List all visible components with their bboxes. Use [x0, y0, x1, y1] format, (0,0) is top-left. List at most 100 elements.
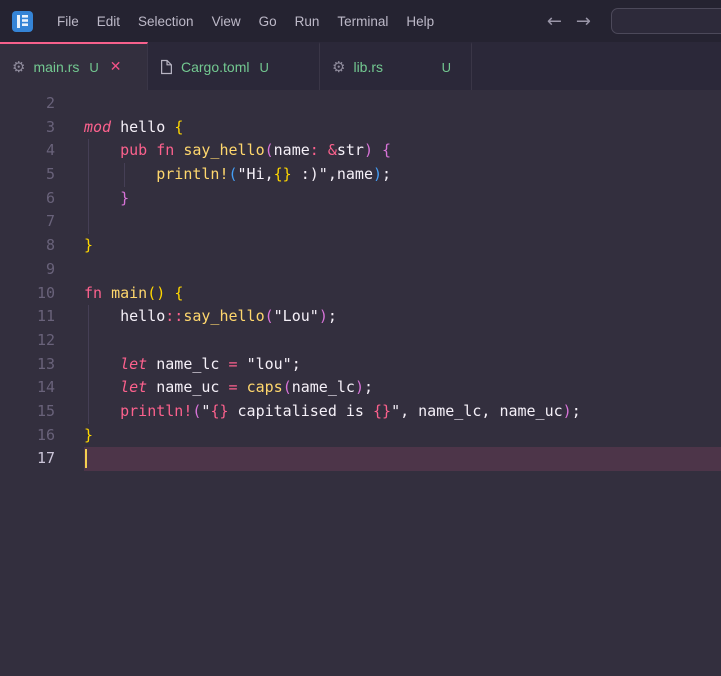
command-center-input[interactable]	[611, 8, 721, 34]
menu-item-terminal[interactable]: Terminal	[328, 9, 397, 34]
line-content[interactable]: let name_uc = caps(name_lc);	[84, 376, 721, 400]
code-line-14[interactable]: 14 let name_uc = caps(name_lc);	[0, 376, 721, 400]
line-content[interactable]	[84, 447, 721, 471]
code-token: )	[563, 402, 572, 420]
title-bar: FileEditSelectionViewGoRunTerminalHelp ←…	[0, 0, 721, 42]
code-token: (	[283, 378, 292, 396]
code-token: ,	[400, 402, 418, 420]
code-token	[147, 141, 156, 159]
line-number[interactable]: 12	[0, 329, 84, 353]
code-token: ;	[382, 165, 391, 183]
line-content[interactable]: let name_lc = "lou";	[84, 353, 721, 377]
code-line-13[interactable]: 13 let name_lc = "lou";	[0, 353, 721, 377]
close-icon[interactable]: ✕	[110, 59, 122, 75]
code-token: {	[174, 118, 183, 136]
line-number[interactable]: 9	[0, 258, 84, 282]
code-token: name_uc	[499, 402, 562, 420]
menu-item-selection[interactable]: Selection	[129, 9, 203, 34]
code-token: {}	[274, 165, 292, 183]
menu-item-run[interactable]: Run	[286, 9, 329, 34]
code-token	[102, 284, 111, 302]
line-content[interactable]: }	[84, 187, 721, 211]
line-content[interactable]: fn main() {	[84, 282, 721, 306]
line-number[interactable]: 2	[0, 92, 84, 116]
line-number[interactable]: 3	[0, 116, 84, 140]
menu-item-help[interactable]: Help	[397, 9, 443, 34]
code-token: "Hi,	[238, 165, 274, 183]
code-line-12[interactable]: 12	[0, 329, 721, 353]
file-icon	[160, 59, 173, 75]
code-line-9[interactable]: 9	[0, 258, 721, 282]
line-number[interactable]: 6	[0, 187, 84, 211]
line-content[interactable]	[84, 92, 721, 116]
line-content[interactable]: }	[84, 424, 721, 448]
tab-cargo-toml[interactable]: Cargo.tomlU	[148, 42, 320, 90]
line-number[interactable]: 16	[0, 424, 84, 448]
line-number[interactable]: 5	[0, 163, 84, 187]
code-token	[147, 378, 156, 396]
menu-item-view[interactable]: View	[203, 9, 250, 34]
indent-guide	[88, 329, 89, 353]
code-token: ::	[165, 307, 183, 325]
line-content[interactable]: println!("{} capitalised is {}", name_lc…	[84, 400, 721, 424]
tab-main-rs[interactable]: ⚙main.rsU✕	[0, 42, 148, 90]
line-number[interactable]: 4	[0, 139, 84, 163]
code-line-5[interactable]: 5 println!("Hi,{} :)",name);	[0, 163, 721, 187]
code-token	[319, 141, 328, 159]
code-token: )	[355, 378, 364, 396]
line-number[interactable]: 17	[0, 447, 84, 471]
line-number[interactable]: 15	[0, 400, 84, 424]
code-token	[219, 355, 228, 373]
line-content[interactable]	[84, 258, 721, 282]
code-line-17[interactable]: 17	[0, 447, 721, 471]
line-number[interactable]: 13	[0, 353, 84, 377]
code-token: ;	[328, 307, 337, 325]
back-arrow-icon[interactable]: ←	[547, 11, 562, 32]
code-token: )	[319, 307, 328, 325]
indent-guide	[124, 163, 125, 187]
code-token	[165, 118, 174, 136]
line-content[interactable]	[84, 210, 721, 234]
code-line-8[interactable]: 8}	[0, 234, 721, 258]
app-icon[interactable]	[12, 11, 33, 32]
code-line-11[interactable]: 11 hello::say_hello("Lou");	[0, 305, 721, 329]
modified-badge: U	[89, 60, 98, 75]
code-line-15[interactable]: 15 println!("{} capitalised is {}", name…	[0, 400, 721, 424]
code-token: fn	[156, 141, 174, 159]
code-line-6[interactable]: 6 }	[0, 187, 721, 211]
code-token: mod	[84, 118, 111, 136]
code-line-16[interactable]: 16}	[0, 424, 721, 448]
code-line-10[interactable]: 10fn main() {	[0, 282, 721, 306]
tab-lib-rs[interactable]: ⚙lib.rsU	[320, 42, 472, 90]
code-line-4[interactable]: 4 pub fn say_hello(name: &str) {	[0, 139, 721, 163]
line-content[interactable]: mod hello {	[84, 116, 721, 140]
menu-item-go[interactable]: Go	[250, 9, 286, 34]
code-line-7[interactable]: 7	[0, 210, 721, 234]
indent-guide	[88, 305, 89, 329]
line-content[interactable]: pub fn say_hello(name: &str) {	[84, 139, 721, 163]
forward-arrow-icon[interactable]: →	[576, 11, 591, 32]
line-content[interactable]: hello::say_hello("Lou");	[84, 305, 721, 329]
menu-bar: FileEditSelectionViewGoRunTerminalHelp	[48, 9, 443, 34]
line-content[interactable]: println!("Hi,{} :)",name);	[84, 163, 721, 187]
code-token: ()	[147, 284, 165, 302]
code-token: {}	[210, 402, 228, 420]
code-token	[165, 284, 174, 302]
menu-item-edit[interactable]: Edit	[88, 9, 129, 34]
line-content[interactable]	[84, 329, 721, 353]
line-number[interactable]: 8	[0, 234, 84, 258]
line-number[interactable]: 11	[0, 305, 84, 329]
code-token: pub	[120, 141, 147, 159]
code-token	[219, 378, 228, 396]
code-line-3[interactable]: 3mod hello {	[0, 116, 721, 140]
code-editor: 23mod hello {4 pub fn say_hello(name: &s…	[0, 90, 721, 676]
line-number[interactable]: 7	[0, 210, 84, 234]
text-cursor	[85, 449, 87, 468]
code-token	[84, 355, 120, 373]
line-number[interactable]: 10	[0, 282, 84, 306]
code-token: {	[174, 284, 183, 302]
menu-item-file[interactable]: File	[48, 9, 88, 34]
line-number[interactable]: 14	[0, 376, 84, 400]
code-line-2[interactable]: 2	[0, 92, 721, 116]
line-content[interactable]: }	[84, 234, 721, 258]
